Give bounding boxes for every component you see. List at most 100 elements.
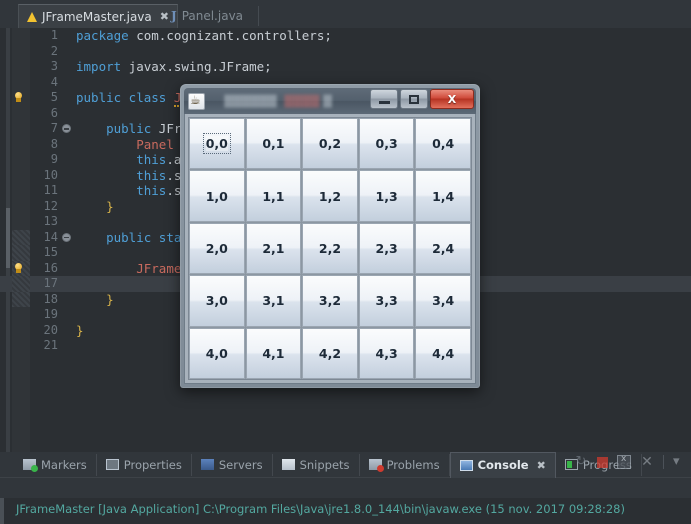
grid-button-label: 3,0	[205, 293, 228, 309]
line-number: 7	[50, 121, 58, 135]
view-tab-label: Markers	[41, 457, 87, 472]
editor-tab-bar: JFrameMaster.java ✖ J Panel.java	[0, 0, 691, 28]
quick-fix-bulb-icon[interactable]	[13, 92, 24, 104]
java-window-titlebar[interactable]: ██████ ████ █ X	[184, 88, 476, 114]
grid-button-label: 4,2	[318, 345, 342, 361]
grid-button-0-3[interactable]: 0,3	[358, 118, 415, 170]
java-window-controls: X	[370, 89, 474, 109]
java-coffee-cup-icon	[188, 92, 205, 110]
minimize-button[interactable]	[370, 89, 398, 109]
java-swing-window[interactable]: ██████ ████ █ X 0,0 0,1 0,2 0,3 0,4 1,0 1,1 1,2…	[180, 84, 480, 388]
line-number: 21	[43, 338, 58, 352]
grid-button-label: 0,0	[202, 133, 231, 155]
snippets-icon	[281, 459, 295, 470]
code-token: this	[136, 183, 167, 198]
code-fold-collapse-icon[interactable]	[62, 124, 71, 133]
view-tab-servers[interactable]: Servers	[192, 453, 273, 476]
remove-launch-icon[interactable]	[617, 454, 631, 469]
editor-tab-panel[interactable]: J Panel.java	[163, 4, 251, 28]
grid-button-2-4[interactable]: 2,4	[415, 222, 471, 275]
code-text: import javax.swing.JFrame;	[76, 59, 272, 75]
grid-button-0-0[interactable]: 0,0	[189, 118, 245, 170]
grid-button-1-1[interactable]: 1,1	[245, 170, 302, 222]
grid-button-label: 4,1	[262, 345, 285, 361]
line-number: 10	[43, 167, 58, 182]
grid-button-4-3[interactable]: 4,3	[358, 327, 415, 379]
view-tab-properties[interactable]: Properties	[97, 453, 192, 476]
grid-button-4-2[interactable]: 4,2	[302, 327, 358, 379]
code-token: public class	[76, 90, 174, 105]
line-number: 18	[43, 291, 58, 306]
grid-button-label: 2,1	[262, 240, 285, 256]
line-number: 9	[50, 152, 58, 166]
grid-button-4-4[interactable]: 4,4	[415, 327, 471, 379]
grid-button-1-4[interactable]: 1,4	[415, 170, 471, 222]
view-tab-console[interactable]: Console ✖	[449, 451, 556, 478]
grid-button-1-3[interactable]: 1,3	[358, 170, 415, 222]
editor-tab-jframemaster[interactable]: JFrameMaster.java ✖	[18, 4, 178, 28]
refresh-icon[interactable]: ↻	[574, 455, 588, 469]
close-icon[interactable]: ✖	[537, 460, 546, 471]
grid-button-0-4[interactable]: 0,4	[415, 118, 471, 170]
console-view[interactable]: JFrameMaster [Java Application] C:\Progr…	[0, 498, 691, 524]
grid-button-4-0[interactable]: 4,0	[189, 327, 245, 379]
editor-tab-label: Panel.java	[181, 9, 244, 23]
code-line[interactable]: 2	[0, 44, 691, 60]
grid-button-label: 4,4	[432, 345, 455, 361]
grid-button-2-2[interactable]: 2,2	[302, 222, 358, 275]
grid-button-2-3[interactable]: 2,3	[358, 222, 415, 275]
grid-button-1-0[interactable]: 1,0	[189, 170, 245, 222]
maximize-button[interactable]	[400, 89, 428, 109]
grid-button-label: 1,4	[432, 188, 455, 204]
code-token: public	[106, 121, 159, 136]
java-file-icon: J	[171, 9, 177, 23]
java-window-content: 0,0 0,1 0,2 0,3 0,4 1,0 1,1 1,2 1,3 1,4 2,0 2,1 2,2 2…	[184, 114, 476, 384]
grid-button-4-1[interactable]: 4,1	[245, 327, 302, 379]
button-grid[interactable]: 0,0 0,1 0,2 0,3 0,4 1,0 1,1 1,2 1,3 1,4 2,0 2,1 2,2 2…	[188, 117, 472, 380]
changed-lines-stripe	[12, 276, 30, 292]
quick-fix-bulb-icon[interactable]	[13, 262, 24, 275]
line-number: 17	[43, 276, 58, 290]
grid-button-2-0[interactable]: 2,0	[189, 222, 245, 275]
tab-divider	[258, 6, 259, 26]
view-tab-markers[interactable]: Markers	[14, 453, 97, 476]
console-icon	[459, 459, 473, 471]
view-tab-snippets[interactable]: Snippets	[273, 453, 360, 476]
code-token: com.cognizant.controllers;	[136, 28, 332, 43]
grid-button-3-0[interactable]: 3,0	[189, 275, 245, 327]
code-line[interactable]: 3 import javax.swing.JFrame;	[0, 59, 691, 75]
grid-button-label: 1,0	[205, 188, 228, 204]
view-tab-label: Console	[477, 458, 529, 472]
grid-button-3-4[interactable]: 3,4	[415, 275, 471, 327]
remove-all-terminated-icon[interactable]: ✕	[640, 455, 654, 469]
grid-button-0-2[interactable]: 0,2	[302, 118, 358, 170]
view-tab-label: Servers	[218, 457, 263, 472]
grid-button-label: 2,4	[432, 240, 455, 256]
code-line[interactable]: 1 package com.cognizant.controllers;	[0, 28, 691, 44]
bottom-panel: Markers Properties Servers Snippets Problems…	[0, 451, 691, 524]
line-number: 2	[50, 43, 58, 58]
changed-lines-stripe	[12, 245, 30, 261]
grid-button-3-3[interactable]: 3,3	[358, 275, 415, 327]
grid-button-2-1[interactable]: 2,1	[245, 222, 302, 275]
grid-button-3-2[interactable]: 3,2	[302, 275, 358, 327]
view-menu-icon[interactable]: ▾	[673, 455, 687, 469]
grid-button-1-2[interactable]: 1,2	[302, 170, 358, 222]
view-tab-label: Snippets	[299, 457, 350, 472]
grid-button-label: 1,3	[375, 188, 398, 204]
view-tab-problems[interactable]: Problems	[360, 453, 450, 476]
grid-button-label: 4,3	[375, 345, 398, 361]
line-number: 8	[50, 136, 58, 151]
view-toolbar: ↻ ✕ ▾	[574, 454, 687, 469]
line-number: 3	[50, 59, 58, 73]
grid-button-3-1[interactable]: 3,1	[245, 275, 302, 327]
java-warning-icon	[27, 11, 37, 22]
code-text: }	[76, 323, 84, 339]
code-fold-collapse-icon[interactable]	[62, 232, 71, 242]
grid-button-0-1[interactable]: 0,1	[245, 118, 302, 170]
close-button[interactable]: X	[430, 89, 474, 109]
terminate-icon[interactable]	[597, 456, 608, 468]
